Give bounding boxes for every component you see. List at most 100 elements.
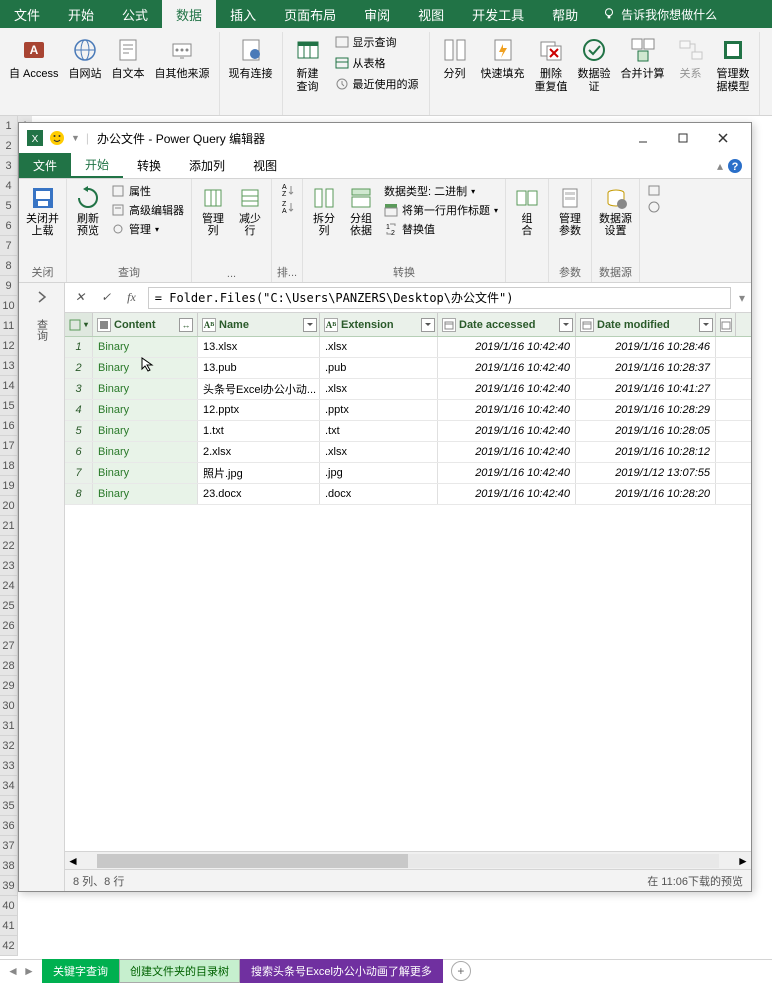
row-header[interactable]: 12 <box>0 336 18 356</box>
table-cell[interactable]: 2019/1/16 10:42:40 <box>438 400 576 420</box>
from-web-button[interactable]: 自网站 <box>66 32 105 83</box>
table-cell[interactable]: 2019/1/16 10:42:40 <box>438 463 576 483</box>
table-cell[interactable]: 2019/1/16 10:28:20 <box>576 484 716 504</box>
row-number[interactable]: 6 <box>65 442 93 462</box>
queries-panel-label[interactable]: 查询 <box>34 319 50 341</box>
row-number[interactable]: 3 <box>65 379 93 399</box>
table-cell[interactable]: 2019/1/16 10:42:40 <box>438 358 576 378</box>
filter-button[interactable] <box>559 318 573 332</box>
row-number[interactable]: 5 <box>65 421 93 441</box>
row-header[interactable]: 19 <box>0 476 18 496</box>
sheet-nav-prev[interactable]: ◄ <box>6 964 20 978</box>
row-header[interactable]: 38 <box>0 856 18 876</box>
column-header-name[interactable]: ABName <box>198 313 320 336</box>
new-source-button[interactable] <box>644 182 664 198</box>
row-header[interactable]: 35 <box>0 796 18 816</box>
close-and-load-button[interactable]: 关闭并 上载 <box>23 182 62 262</box>
formula-input[interactable] <box>148 287 731 309</box>
row-header[interactable]: 1 <box>0 116 18 136</box>
table-cell[interactable]: Binary <box>93 463 198 483</box>
tab-help[interactable]: 帮助 <box>538 0 592 28</box>
pq-tab-view[interactable]: 视图 <box>239 153 291 178</box>
table-cell[interactable]: 2019/1/12 13:07:55 <box>576 463 716 483</box>
table-cell[interactable]: .pptx <box>320 400 438 420</box>
from-other-button[interactable]: 自其他来源 <box>152 32 213 83</box>
row-header[interactable]: 5 <box>0 196 18 216</box>
text-to-columns-button[interactable]: 分列 <box>436 32 474 83</box>
row-header[interactable]: 31 <box>0 716 18 736</box>
filter-button[interactable] <box>303 318 317 332</box>
tab-insert[interactable]: 插入 <box>216 0 270 28</box>
formula-dropdown[interactable]: ▾ <box>739 291 745 305</box>
table-cell[interactable]: Binary <box>93 379 198 399</box>
row-header[interactable]: 2 <box>0 136 18 156</box>
pq-tab-file[interactable]: 文件 <box>19 153 71 178</box>
row-header[interactable]: 24 <box>0 576 18 596</box>
sheet-tab[interactable]: 关键字查询 <box>42 959 119 983</box>
row-header[interactable]: 4 <box>0 176 18 196</box>
table-row[interactable]: 4Binary12.pptx.pptx2019/1/16 10:42:40201… <box>65 400 751 421</box>
properties-button[interactable]: 属性 <box>108 182 187 200</box>
table-row[interactable]: 8Binary23.docx.docx2019/1/16 10:42:40201… <box>65 484 751 505</box>
table-cell[interactable]: .txt <box>320 421 438 441</box>
data-type-button[interactable]: 数据类型: 二进制 ▾ <box>381 182 501 200</box>
from-table-button[interactable]: 从表格 <box>331 53 423 73</box>
existing-connections-button[interactable]: 现有连接 <box>226 32 276 83</box>
from-access-button[interactable]: A自 Access <box>6 32 62 83</box>
table-cell[interactable]: 23.docx <box>198 484 320 504</box>
collapse-ribbon-button[interactable]: ▴ <box>717 159 723 173</box>
data-validation-button[interactable]: 数据验 证 <box>575 32 614 96</box>
table-cell[interactable]: .docx <box>320 484 438 504</box>
tab-file[interactable]: 文件 <box>0 0 54 28</box>
qat-dropdown[interactable]: ▼ <box>71 133 80 143</box>
scroll-thumb[interactable] <box>97 854 408 868</box>
row-header[interactable]: 40 <box>0 896 18 916</box>
row-header[interactable]: 39 <box>0 876 18 896</box>
manage-button[interactable]: 管理 ▾ <box>108 220 187 238</box>
table-cell[interactable]: Binary <box>93 484 198 504</box>
expand-queries-icon[interactable] <box>34 289 50 305</box>
table-cell[interactable]: 12.pptx <box>198 400 320 420</box>
column-header-date-accessed[interactable]: Date accessed <box>438 313 576 336</box>
table-cell[interactable]: 2019/1/16 10:28:12 <box>576 442 716 462</box>
accept-formula-button[interactable]: ✓ <box>97 290 115 305</box>
table-cell[interactable]: 2019/1/16 10:42:40 <box>438 442 576 462</box>
table-cell[interactable]: .jpg <box>320 463 438 483</box>
tab-layout[interactable]: 页面布局 <box>270 0 350 28</box>
tab-data[interactable]: 数据 <box>162 0 216 28</box>
column-header-extension[interactable]: ABExtension <box>320 313 438 336</box>
table-cell[interactable]: 2.xlsx <box>198 442 320 462</box>
pq-tab-transform[interactable]: 转换 <box>123 153 175 178</box>
minimize-button[interactable] <box>623 124 663 152</box>
manage-parameters-button[interactable]: 管理 参数 <box>553 182 587 262</box>
row-header[interactable]: 11 <box>0 316 18 336</box>
row-header[interactable]: 18 <box>0 456 18 476</box>
sheet-tab[interactable]: 搜索头条号Excel办公小动画了解更多 <box>240 959 443 983</box>
row-header[interactable]: 22 <box>0 536 18 556</box>
pq-tab-add-column[interactable]: 添加列 <box>175 153 239 178</box>
table-cell[interactable]: Binary <box>93 358 198 378</box>
split-column-button[interactable]: 拆分 列 <box>307 182 341 262</box>
table-cell[interactable]: 头条号Excel办公小动... <box>198 379 320 399</box>
table-cell[interactable]: Binary <box>93 400 198 420</box>
row-header[interactable]: 32 <box>0 736 18 756</box>
tell-me-search[interactable]: 告诉我你想做什么 <box>592 0 727 28</box>
maximize-button[interactable] <box>663 124 703 152</box>
row-header[interactable]: 26 <box>0 616 18 636</box>
tab-formulas[interactable]: 公式 <box>108 0 162 28</box>
scroll-right-button[interactable]: ► <box>735 853 751 869</box>
close-button[interactable] <box>703 124 743 152</box>
column-header-content[interactable]: Content↔ <box>93 313 198 336</box>
table-cell[interactable]: .xlsx <box>320 379 438 399</box>
row-number[interactable]: 7 <box>65 463 93 483</box>
recent-source-button[interactable] <box>644 199 664 215</box>
from-text-button[interactable]: 自文本 <box>109 32 148 83</box>
table-cell[interactable]: .pub <box>320 358 438 378</box>
new-query-button[interactable]: 新建 查询 <box>289 32 327 96</box>
horizontal-scrollbar[interactable]: ◄ ► <box>65 851 751 869</box>
row-header[interactable]: 27 <box>0 636 18 656</box>
tab-review[interactable]: 审阅 <box>350 0 404 28</box>
table-cell[interactable]: 2019/1/16 10:28:29 <box>576 400 716 420</box>
row-header[interactable]: 33 <box>0 756 18 776</box>
table-row[interactable]: 7Binary照片.jpg.jpg2019/1/16 10:42:402019/… <box>65 463 751 484</box>
